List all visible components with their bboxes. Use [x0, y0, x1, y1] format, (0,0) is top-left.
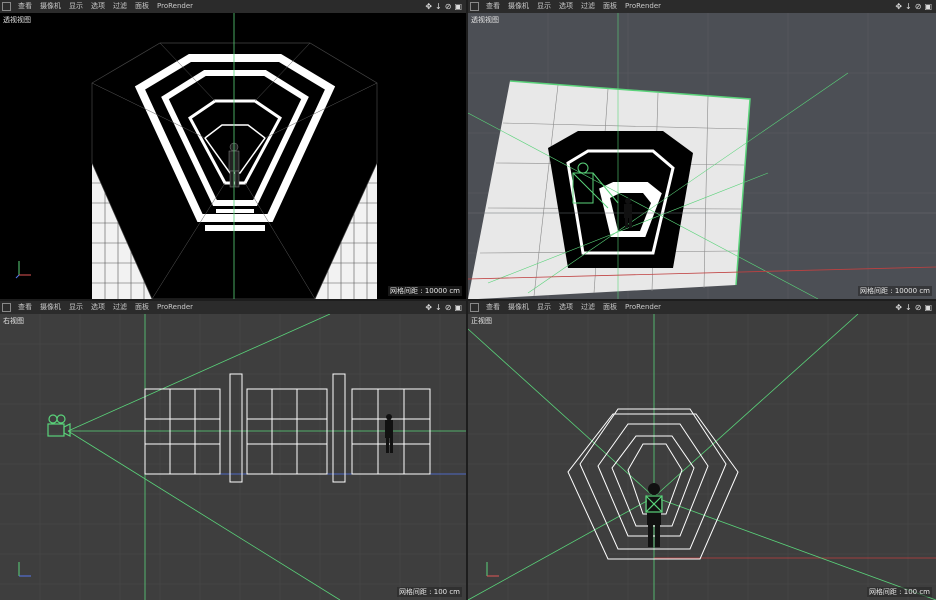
move-icon[interactable]: ✥	[425, 0, 432, 13]
grid-spacing-status: 网格间距 : 100 cm	[396, 587, 462, 597]
viewport-canvas[interactable]	[0, 314, 466, 600]
viewport-tools: ✥ ↓ ⊘ ▣	[895, 0, 936, 13]
viewport-layout: 查看 摄像机 显示 选项 过滤 面板 ProRender ✥ ↓ ⊘ ▣ 透视视…	[0, 0, 936, 600]
viewport-title[interactable]: 透视视图	[3, 15, 31, 25]
menu-display[interactable]: 显示	[533, 0, 555, 13]
rotate-icon[interactable]: ⊘	[915, 0, 922, 13]
viewport-title[interactable]: 透视视图	[471, 15, 499, 25]
viewport-menu-bar: 查看 摄像机 显示 选项 过滤 面板 ProRender ✥ ↓ ⊘ ▣	[468, 301, 936, 314]
grid-spacing-status: 网格间距 : 100 cm	[866, 587, 932, 597]
viewport-menu-bar: 查看 摄像机 显示 选项 过滤 面板 ProRender ✥ ↓ ⊘ ▣	[0, 0, 466, 13]
axis-gizmo	[483, 556, 507, 582]
move-icon[interactable]: ✥	[895, 301, 902, 314]
menu-display[interactable]: 显示	[65, 301, 87, 314]
tunnel-structure	[548, 131, 693, 268]
viewport-menu-bar: 查看 摄像机 显示 选项 过滤 面板 ProRender ✥ ↓ ⊘ ▣	[0, 301, 466, 314]
viewport-perspective-2[interactable]: 查看 摄像机 显示 选项 过滤 面板 ProRender ✥ ↓ ⊘ ▣ 透视视…	[468, 0, 936, 299]
scene-render	[0, 314, 466, 600]
menu-camera[interactable]: 摄像机	[36, 301, 65, 314]
menu-filter[interactable]: 过滤	[577, 301, 599, 314]
menu-prorender[interactable]: ProRender	[153, 0, 197, 13]
viewport-tools: ✥ ↓ ⊘ ▣	[425, 301, 466, 314]
viewport-corner-icon[interactable]	[2, 2, 11, 11]
grid-spacing-status: 网格间距 : 10000 cm	[388, 286, 462, 296]
menu-panel[interactable]: 面板	[131, 301, 153, 314]
axis-gizmo	[15, 556, 39, 582]
move-icon[interactable]: ✥	[425, 301, 432, 314]
maximize-icon[interactable]: ▣	[454, 301, 462, 314]
menu-view[interactable]: 查看	[14, 0, 36, 13]
menu-prorender[interactable]: ProRender	[621, 0, 665, 13]
scene-render	[468, 13, 936, 299]
viewport-front[interactable]: 查看 摄像机 显示 选项 过滤 面板 ProRender ✥ ↓ ⊘ ▣ 正视图…	[468, 301, 936, 600]
scene-render	[468, 314, 936, 600]
menu-display[interactable]: 显示	[533, 301, 555, 314]
menu-filter[interactable]: 过滤	[109, 301, 131, 314]
menu-filter[interactable]: 过滤	[577, 0, 599, 13]
menu-camera[interactable]: 摄像机	[504, 0, 533, 13]
viewport-corner-icon[interactable]	[2, 303, 11, 312]
maximize-icon[interactable]: ▣	[924, 0, 932, 13]
arrow-down-icon[interactable]: ↓	[905, 0, 912, 13]
viewport-canvas[interactable]	[0, 13, 466, 299]
rotate-icon[interactable]: ⊘	[915, 301, 922, 314]
rotate-icon[interactable]: ⊘	[445, 0, 452, 13]
move-icon[interactable]: ✥	[895, 0, 902, 13]
viewport-perspective-1[interactable]: 查看 摄像机 显示 选项 过滤 面板 ProRender ✥ ↓ ⊘ ▣ 透视视…	[0, 0, 466, 299]
menu-options[interactable]: 选项	[555, 0, 577, 13]
menu-options[interactable]: 选项	[87, 0, 109, 13]
menu-options[interactable]: 选项	[87, 301, 109, 314]
rotate-icon[interactable]: ⊘	[445, 301, 452, 314]
arrow-down-icon[interactable]: ↓	[905, 301, 912, 314]
arrow-down-icon[interactable]: ↓	[435, 0, 442, 13]
viewport-menu-bar: 查看 摄像机 显示 选项 过滤 面板 ProRender ✥ ↓ ⊘ ▣	[468, 0, 936, 13]
viewport-right[interactable]: 查看 摄像机 显示 选项 过滤 面板 ProRender ✥ ↓ ⊘ ▣ 右视图…	[0, 301, 466, 600]
viewport-tools: ✥ ↓ ⊘ ▣	[425, 0, 466, 13]
menu-camera[interactable]: 摄像机	[36, 0, 65, 13]
menu-panel[interactable]: 面板	[599, 0, 621, 13]
maximize-icon[interactable]: ▣	[454, 0, 462, 13]
menu-display[interactable]: 显示	[65, 0, 87, 13]
menu-view[interactable]: 查看	[482, 301, 504, 314]
menu-filter[interactable]: 过滤	[109, 0, 131, 13]
menu-camera[interactable]: 摄像机	[504, 301, 533, 314]
menu-options[interactable]: 选项	[555, 301, 577, 314]
viewport-corner-icon[interactable]	[470, 2, 479, 11]
viewport-title[interactable]: 正视图	[471, 316, 492, 326]
menu-prorender[interactable]: ProRender	[153, 301, 197, 314]
arrow-down-icon[interactable]: ↓	[435, 301, 442, 314]
grid-spacing-status: 网格间距 : 10000 cm	[858, 286, 932, 296]
viewport-canvas[interactable]	[468, 13, 936, 299]
viewport-tools: ✥ ↓ ⊘ ▣	[895, 301, 936, 314]
menu-panel[interactable]: 面板	[131, 0, 153, 13]
viewport-title[interactable]: 右视图	[3, 316, 24, 326]
menu-prorender[interactable]: ProRender	[621, 301, 665, 314]
menu-view[interactable]: 查看	[14, 301, 36, 314]
menu-view[interactable]: 查看	[482, 0, 504, 13]
axis-gizmo	[15, 255, 39, 281]
menu-panel[interactable]: 面板	[599, 301, 621, 314]
scene-render	[0, 13, 466, 299]
viewport-canvas[interactable]	[468, 314, 936, 600]
maximize-icon[interactable]: ▣	[924, 301, 932, 314]
viewport-corner-icon[interactable]	[470, 303, 479, 312]
